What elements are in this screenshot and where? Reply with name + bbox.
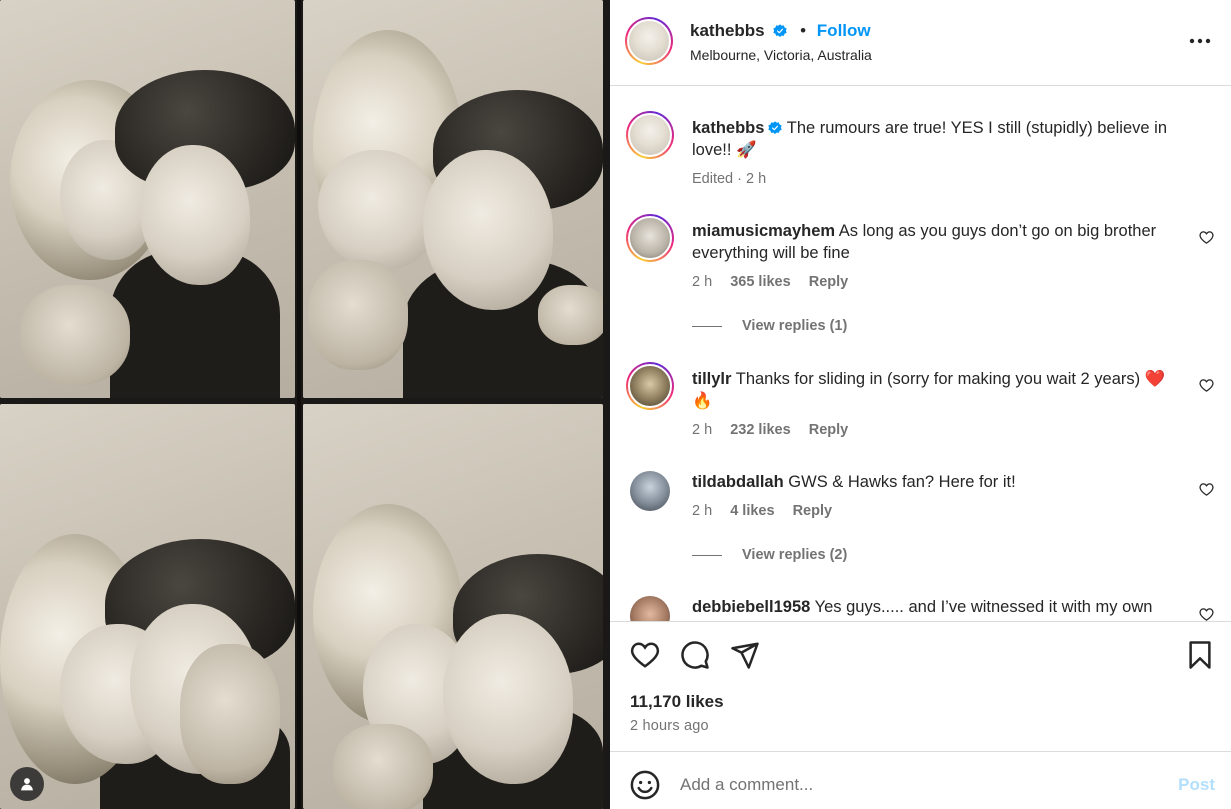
commenter-avatar[interactable] [630, 471, 670, 511]
post-sidebar: kathebbs • Follow Melbourne, Victoria, A… [610, 0, 1231, 809]
comment-like-icon[interactable] [1199, 230, 1214, 245]
photo-frame [0, 404, 295, 809]
comment-time[interactable]: 2 h [692, 422, 712, 438]
author-username[interactable]: kathebbs [690, 21, 765, 40]
comment-meta: 2 h 232 likes Reply [692, 422, 862, 438]
comment-item: miamusicmayhem As long as you guys don’t… [626, 214, 1216, 344]
more-options-icon[interactable] [1189, 36, 1211, 46]
post-comment-button[interactable]: Post [1178, 775, 1215, 795]
comment-likes[interactable]: 4 likes [730, 503, 774, 519]
reply-button[interactable]: Reply [809, 422, 849, 438]
commenter-username[interactable]: tildabdallah [692, 473, 784, 491]
verified-badge-icon [773, 24, 788, 37]
author-avatar[interactable] [626, 111, 674, 159]
comment-text: Thanks for sliding in (sorry for making … [692, 370, 1166, 410]
commenter-username[interactable]: debbiebell1958 [692, 598, 810, 616]
comment-time[interactable]: 2 h [692, 274, 712, 290]
view-replies-button[interactable]: View replies (1) [692, 318, 847, 334]
comment-icon[interactable] [680, 640, 710, 670]
comment-item: debbiebell1958 Yes guys..... and I’ve wi… [626, 592, 1216, 621]
verified-badge-icon [768, 121, 783, 134]
commenter-username[interactable]: tillylr [692, 370, 731, 388]
follow-button[interactable]: Follow [817, 21, 871, 40]
separator-dot: • [800, 21, 807, 40]
commenter-username[interactable]: miamusicmayhem [692, 222, 835, 240]
location-link[interactable]: Melbourne, Victoria, Australia [690, 47, 872, 63]
author-avatar[interactable] [625, 17, 673, 65]
comment-text: Yes guys..... and I’ve witnessed it with… [814, 598, 1153, 616]
likes-count[interactable]: 11,170 likes [630, 692, 724, 712]
comment-item: tildabdallah GWS & Hawks fan? Here for i… [626, 467, 1216, 567]
comment-input[interactable] [680, 770, 1120, 800]
view-replies-label: View replies (1) [742, 318, 848, 334]
post-header: kathebbs • Follow Melbourne, Victoria, A… [610, 0, 1231, 86]
send-icon[interactable] [730, 640, 760, 670]
bookmark-icon[interactable] [1185, 640, 1215, 670]
add-comment-bar: Post [610, 751, 1231, 809]
post-actions: 11,170 likes 2 hours ago [610, 621, 1231, 751]
comment-likes[interactable]: 232 likes [730, 422, 790, 438]
commenter-avatar[interactable] [626, 214, 674, 262]
caption: kathebbs The rumours are true! YES I sti… [626, 111, 1216, 191]
comment-time[interactable]: 2 h [692, 503, 712, 519]
post-timestamp[interactable]: 2 hours ago [630, 718, 709, 734]
comment-item: tillylr Thanks for sliding in (sorry for… [626, 362, 1216, 452]
view-replies-button[interactable]: View replies (2) [692, 547, 847, 563]
comment-meta: 2 h 4 likes Reply [692, 503, 846, 519]
reply-button[interactable]: Reply [809, 274, 849, 290]
comment-like-icon[interactable] [1199, 482, 1214, 497]
photo-frame [303, 0, 603, 398]
caption-author[interactable]: kathebbs [692, 119, 764, 137]
emoji-icon[interactable] [630, 770, 660, 800]
tagged-user-button[interactable] [10, 767, 44, 801]
comment-like-icon[interactable] [1199, 607, 1214, 621]
comment-meta: 2 h 365 likes Reply [692, 274, 862, 290]
comment-likes[interactable]: 365 likes [730, 274, 790, 290]
photo-frame [0, 0, 295, 398]
photo-frame [303, 404, 603, 809]
commenter-avatar[interactable] [626, 362, 674, 410]
commenter-avatar[interactable] [630, 596, 670, 621]
comment-like-icon[interactable] [1199, 378, 1214, 393]
caption-meta: Edited · 2 h [692, 171, 767, 187]
strip-divider [297, 0, 301, 809]
comments-list[interactable]: kathebbs The rumours are true! YES I sti… [610, 87, 1231, 621]
view-replies-label: View replies (2) [742, 547, 848, 563]
heart-icon[interactable] [630, 640, 660, 670]
comment-text: GWS & Hawks fan? Here for it! [788, 473, 1016, 491]
post-image[interactable] [0, 0, 610, 809]
reply-button[interactable]: Reply [793, 503, 833, 519]
user-icon [21, 778, 33, 791]
